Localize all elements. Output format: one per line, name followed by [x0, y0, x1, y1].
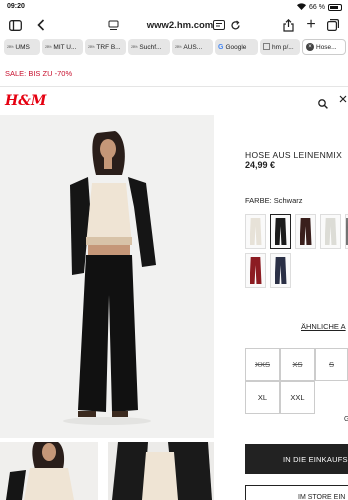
- tab-label: MIT U...: [53, 43, 77, 51]
- status-bar: 09:20 66 %: [0, 0, 348, 14]
- reload-icon[interactable]: [228, 18, 242, 32]
- size-option[interactable]: XXL: [280, 381, 315, 414]
- similar-items-link[interactable]: ÄHNLICHE A: [301, 322, 346, 331]
- product-price: 24,99 €: [245, 160, 276, 170]
- tab-favicon: 28%: [131, 45, 138, 49]
- find-in-store-button[interactable]: IM STORE EIN: [245, 485, 348, 500]
- wifi-icon: [297, 3, 307, 12]
- clock: 09:20: [7, 3, 25, 10]
- browser-tab[interactable]: hm p/...: [260, 39, 300, 55]
- color-swatch-selected[interactable]: [270, 214, 291, 249]
- url-text[interactable]: www2.hm.com: [147, 20, 214, 31]
- browser-tab[interactable]: 28% TRF B...: [85, 39, 126, 55]
- swatch-pant: [249, 218, 262, 245]
- size-label: XXS: [254, 360, 270, 369]
- color-swatch[interactable]: [245, 253, 266, 288]
- thumbnail-illustration: [108, 442, 214, 500]
- tab-label: AUS...: [183, 43, 203, 51]
- size-option[interactable]: XXS: [245, 348, 280, 381]
- swatch-pant: [274, 218, 287, 245]
- size-label: S: [328, 360, 334, 369]
- size-option[interactable]: XL: [245, 381, 280, 414]
- new-tab-icon[interactable]: +: [304, 16, 318, 33]
- browser-tab[interactable]: 28% Suchf...: [128, 39, 170, 55]
- size-label: XL: [257, 393, 268, 402]
- battery-percent: 66 %: [309, 4, 325, 11]
- product-thumbnail[interactable]: [108, 442, 214, 500]
- color-swatch[interactable]: [245, 214, 266, 249]
- tab-label: Hose...: [316, 43, 337, 51]
- tab-label: Google: [225, 43, 247, 51]
- status-indicators: 66 %: [297, 3, 342, 12]
- swatch-pant: [299, 218, 312, 245]
- tabs-overview-icon[interactable]: [326, 18, 340, 32]
- browser-tab[interactable]: 28% AUS...: [172, 39, 213, 55]
- page-icon: [263, 42, 270, 52]
- swatch-pant: [274, 257, 287, 284]
- tab-label: TRF B...: [96, 43, 121, 51]
- size-guide-link[interactable]: G: [344, 416, 348, 423]
- size-label: XXL: [290, 393, 305, 402]
- size-option[interactable]: S: [315, 348, 348, 381]
- tab-favicon: 28%: [7, 45, 14, 49]
- close-tab-icon[interactable]: ×: [306, 43, 314, 51]
- size-option[interactable]: XS: [280, 348, 315, 381]
- back-icon[interactable]: [34, 18, 48, 32]
- search-icon[interactable]: [318, 96, 328, 109]
- tab-label: UMS: [15, 43, 30, 51]
- product-main-image[interactable]: [0, 115, 214, 438]
- add-to-cart-button[interactable]: IN DIE EINKAUFS: [245, 444, 348, 474]
- color-swatch[interactable]: [295, 214, 316, 249]
- color-label: FARBE: Schwarz: [245, 196, 303, 205]
- browser-tab-active[interactable]: × Hose...: [302, 39, 346, 55]
- model-illustration: [0, 115, 214, 438]
- close-icon[interactable]: [339, 95, 347, 106]
- browser-toolbar: www2.hm.com +: [0, 14, 348, 36]
- swatch-pant: [249, 257, 262, 284]
- hm-logo[interactable]: H&M: [5, 93, 46, 109]
- tab-favicon: 28%: [45, 45, 52, 49]
- swatch-pant: [324, 218, 337, 245]
- tab-label: Suchf...: [139, 43, 162, 51]
- product-title: HOSE AUS LEINENMIX: [245, 150, 343, 160]
- divider: [0, 86, 348, 87]
- browser-tab[interactable]: G Google: [215, 39, 258, 55]
- sale-banner[interactable]: SALE: BIS ZU -70%: [5, 69, 72, 78]
- sidebar-icon[interactable]: [8, 18, 22, 32]
- browser-tab[interactable]: 28% UMS: [4, 39, 40, 55]
- product-thumbnail[interactable]: [0, 442, 98, 500]
- tab-favicon: 28%: [88, 45, 95, 49]
- color-swatch[interactable]: [270, 253, 291, 288]
- battery-icon: [328, 4, 342, 11]
- color-swatch[interactable]: [320, 214, 341, 249]
- size-label: XS: [292, 360, 303, 369]
- reader-icon[interactable]: [212, 18, 226, 32]
- share-icon[interactable]: [281, 18, 295, 32]
- tab-label: hm p/...: [272, 43, 294, 51]
- tab-bar: 28% UMS 28% MIT U... 28% TRF B... 28% Su…: [4, 39, 348, 57]
- browser-tab[interactable]: 28% MIT U...: [42, 39, 83, 55]
- thumbnail-illustration: [0, 442, 98, 500]
- tab-favicon: 28%: [175, 45, 182, 49]
- google-icon: G: [218, 43, 224, 51]
